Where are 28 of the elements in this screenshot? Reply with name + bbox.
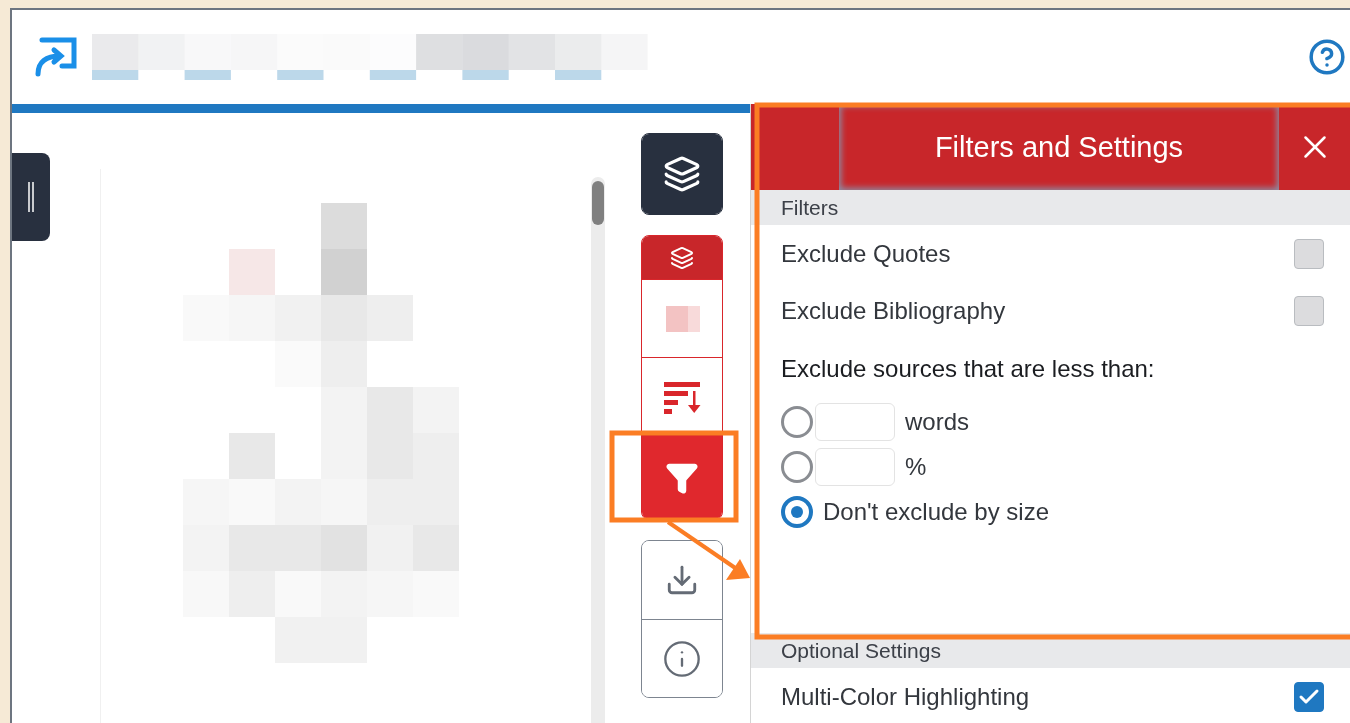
grip-icon [26,182,36,212]
scrollbar[interactable] [591,177,605,723]
checkbox[interactable] [1294,238,1324,269]
side-handle[interactable] [12,153,50,241]
section-heading: Filters [751,190,1350,225]
info-button[interactable] [642,619,722,697]
unit-label: % [905,452,927,481]
option-label: Multi-Color Highlighting [781,682,1030,711]
radio-button[interactable] [781,450,813,483]
help-icon[interactable] [1308,38,1346,76]
layers-icon [670,245,694,270]
option-label: Exclude Quotes [781,239,951,268]
radio-button[interactable] [781,495,813,528]
option-label: Don't exclude by size [823,497,1050,526]
checkbox[interactable] [1294,295,1324,326]
layers-header-button[interactable] [642,236,722,279]
radio-button[interactable] [781,405,813,438]
option-label: Exclude Bibliography [781,296,1006,325]
info-icon [662,638,702,679]
layers-button[interactable] [642,134,722,214]
layers-icon [663,155,701,193]
filter-button[interactable] [642,435,722,519]
input-field[interactable] [815,402,895,441]
download-icon [665,563,699,597]
input-field[interactable] [815,447,895,486]
unit-label: words [905,407,970,436]
option-heading: Exclude sources that are less than: [781,355,1155,383]
checkbox[interactable] [1294,681,1324,712]
